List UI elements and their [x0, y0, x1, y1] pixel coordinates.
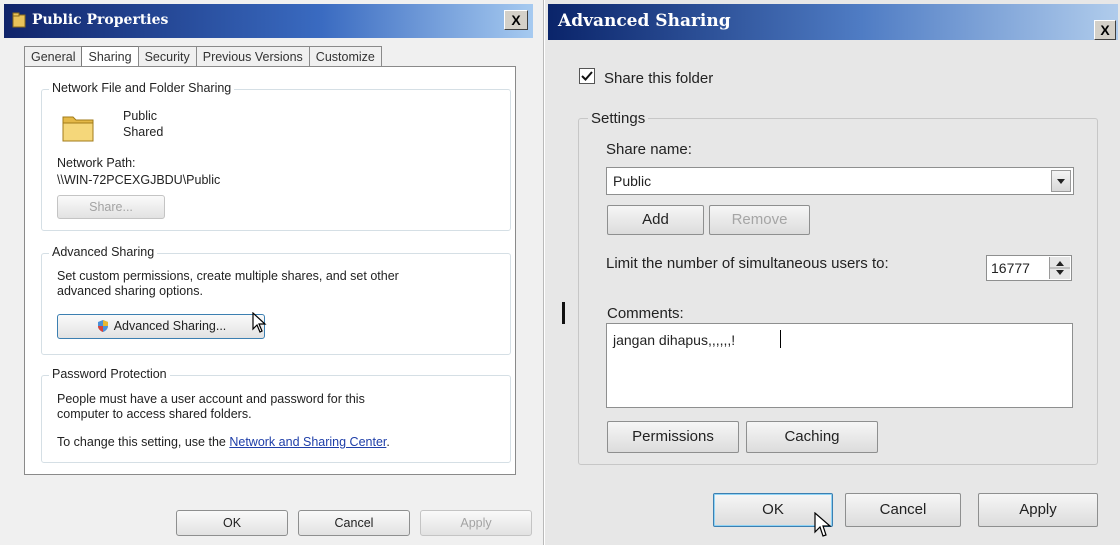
folder-icon	[62, 116, 94, 142]
dialog-title: Public Properties	[32, 12, 169, 28]
folder-icon	[12, 12, 26, 28]
tab-previous-versions[interactable]: Previous Versions	[195, 46, 310, 67]
title-bar[interactable]: Advanced Sharing X	[548, 4, 1118, 40]
remove-button[interactable]: Remove	[709, 205, 810, 235]
cancel-button[interactable]: Cancel	[845, 493, 961, 527]
folder-name: Public	[123, 109, 158, 123]
checkmark-icon	[581, 71, 593, 81]
cancel-button[interactable]: Cancel	[298, 510, 410, 536]
password-protection-title: Password Protection	[49, 367, 170, 381]
advanced-sharing-title: Advanced Sharing	[49, 245, 158, 259]
apply-button[interactable]: Apply	[420, 510, 532, 536]
share-name-value: Public	[613, 173, 652, 189]
close-button[interactable]: X	[1094, 20, 1116, 40]
limit-users-label: Limit the number of simultaneous users t…	[606, 255, 889, 272]
public-properties-dialog: Public Properties X General Sharing Securi…	[0, 0, 544, 545]
tab-general[interactable]: General	[24, 46, 83, 67]
password-desc-3-suffix: .	[386, 435, 390, 449]
comments-value: jangan dihapus,,,,,,!	[613, 332, 736, 348]
network-path-value: \\WIN-72PCEXGJBDU\Public	[57, 173, 221, 187]
shield-icon	[97, 320, 108, 332]
ok-button[interactable]: OK	[176, 510, 288, 536]
dialog-title: Advanced Sharing	[558, 11, 731, 31]
spinner-buttons[interactable]	[1049, 257, 1070, 279]
advanced-sharing-desc-1: Set custom permissions, create multiple …	[57, 269, 399, 283]
settings-title: Settings	[588, 110, 649, 127]
dropdown-button[interactable]	[1051, 170, 1071, 192]
password-desc-2: computer to access shared folders.	[57, 407, 252, 421]
share-name-select[interactable]: Public	[606, 167, 1074, 195]
password-desc-3-prefix: To change this setting, use the	[57, 435, 230, 449]
advanced-sharing-button-label: Advanced Sharing...	[113, 319, 227, 333]
password-desc-1: People must have a user account and pass…	[57, 392, 365, 406]
close-button[interactable]: X	[504, 10, 528, 30]
title-bar[interactable]: Public Properties X	[4, 4, 533, 38]
comments-textarea[interactable]: jangan dihapus,,,,,,!	[606, 323, 1073, 408]
mouse-pointer-icon	[814, 512, 832, 537]
network-sharing-title: Network File and Folder Sharing	[49, 81, 235, 95]
tab-customize[interactable]: Customize	[308, 46, 382, 67]
chevron-down-icon	[1057, 179, 1065, 184]
share-folder-checkbox[interactable]	[579, 68, 595, 84]
advanced-sharing-desc-2: advanced sharing options.	[57, 284, 203, 298]
advanced-sharing-button[interactable]: Advanced Sharing...	[57, 314, 265, 339]
apply-button[interactable]: Apply	[978, 493, 1098, 527]
text-caret	[780, 330, 781, 348]
limit-users-spinner[interactable]: 16777	[986, 255, 1072, 281]
password-desc-3: To change this setting, use the Network …	[57, 435, 390, 449]
network-path-label: Network Path:	[57, 156, 136, 170]
mouse-pointer-icon	[252, 312, 267, 333]
share-name-label: Share name:	[606, 141, 692, 158]
caching-button[interactable]: Caching	[746, 421, 878, 453]
permissions-button[interactable]: Permissions	[607, 421, 739, 453]
network-sharing-center-link[interactable]: Network and Sharing Center	[229, 435, 386, 449]
sharing-tab-page: Network File and Folder Sharing Public S…	[24, 66, 516, 475]
add-button[interactable]: Add	[607, 205, 704, 235]
comments-label: Comments:	[607, 305, 684, 322]
share-button[interactable]: Share...	[57, 195, 165, 219]
spinner-arrows-icon	[1050, 261, 1070, 275]
share-folder-label[interactable]: Share this folder	[604, 70, 713, 87]
folder-status: Shared	[123, 125, 164, 139]
tab-strip: General Sharing Security Previous Versions C…	[24, 42, 382, 71]
tab-security[interactable]: Security	[137, 46, 197, 67]
text-caret-mark	[562, 302, 565, 324]
limit-users-value: 16777	[991, 260, 1030, 276]
